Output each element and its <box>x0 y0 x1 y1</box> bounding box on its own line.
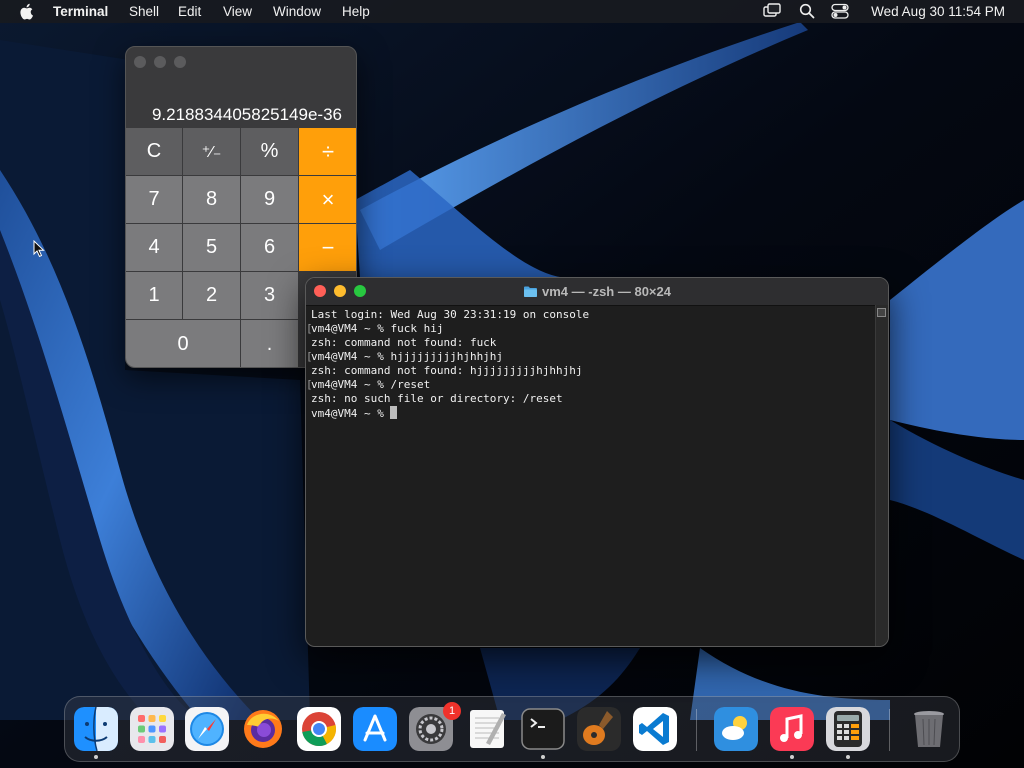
digit-7-button[interactable]: 7 <box>126 176 183 224</box>
terminal-line: zsh: no such file or directory: /reset <box>311 392 563 405</box>
percent-button[interactable]: % <box>241 128 299 176</box>
finder-icon[interactable] <box>74 707 118 751</box>
minus-button[interactable]: − <box>299 224 356 272</box>
digit-8-button[interactable]: 8 <box>183 176 241 224</box>
clear-button[interactable]: C <box>126 128 183 176</box>
calc-zoom-button[interactable] <box>174 56 186 68</box>
terminal-line: Last login: Wed Aug 30 23:31:19 on conso… <box>311 308 590 321</box>
textedit-icon[interactable] <box>466 707 510 751</box>
calc-minimize-button[interactable] <box>154 56 166 68</box>
split-pane-icon[interactable] <box>877 308 886 317</box>
menu-clock[interactable]: Wed Aug 30 11:54 PM <box>871 4 1005 19</box>
digit-0-button[interactable]: 0 <box>126 320 241 367</box>
music-running-indicator <box>790 755 794 759</box>
dock-separator <box>889 709 890 751</box>
menu-shell[interactable]: Shell <box>129 4 159 19</box>
terminal-icon[interactable] <box>521 707 565 751</box>
terminal-line: [vm4@VM4 ~ % hjjjjjjjjjhjhhjhj] <box>306 350 882 364</box>
terminal-line: [vm4@VM4 ~ % fuck hij] <box>306 322 882 336</box>
calculator-icon[interactable] <box>826 707 870 751</box>
digit-9-button[interactable]: 9 <box>241 176 299 224</box>
terminal-title-text: vm4 — -zsh — 80×24 <box>542 284 671 299</box>
menu-view[interactable]: View <box>223 4 252 19</box>
terminal-title: vm4 — -zsh — 80×24 <box>306 284 888 299</box>
app-store-icon[interactable] <box>353 707 397 751</box>
vscode-icon[interactable] <box>633 707 677 751</box>
terminal-line-text: vm4@VM4 ~ % fuck hij <box>311 322 444 335</box>
terminal-line: zsh: command not found: fuck <box>311 336 497 349</box>
plus-minus-button[interactable]: ⁺∕₋ <box>183 128 241 176</box>
terminal-prompt-text: vm4@VM4 ~ % <box>311 407 391 420</box>
digit-2-button[interactable]: 2 <box>183 272 241 320</box>
apple-menu-icon[interactable] <box>18 3 34 20</box>
menu-bar: Terminal Shell Edit View Window Help Wed… <box>0 0 1024 23</box>
digit-1-button[interactable]: 1 <box>126 272 183 320</box>
dock: 1 <box>64 696 960 762</box>
calc-close-button[interactable] <box>134 56 146 68</box>
folder-icon <box>524 286 537 297</box>
terminal-titlebar[interactable]: vm4 — -zsh — 80×24 <box>306 278 888 306</box>
garageband-icon[interactable] <box>577 707 621 751</box>
prompt-mark-left: [ <box>306 378 313 391</box>
prompt-mark-left: [ <box>306 322 313 335</box>
digit-6-button[interactable]: 6 <box>241 224 299 272</box>
terminal-line: zsh: command not found: hjjjjjjjjjhjhhjh… <box>311 364 583 377</box>
dock-separator <box>696 709 697 751</box>
chrome-icon[interactable] <box>297 707 341 751</box>
finder-running-indicator <box>94 755 98 759</box>
prompt-mark-left: [ <box>306 350 313 363</box>
mouse-pointer-icon <box>33 240 45 258</box>
weather-icon[interactable] <box>714 707 758 751</box>
terminal-scrollbar[interactable] <box>875 305 888 646</box>
trash-icon[interactable] <box>907 707 951 751</box>
decimal-button[interactable]: . <box>241 320 299 367</box>
terminal-prompt-line[interactable]: vm4@VM4 ~ % <box>311 406 872 420</box>
digit-3-button[interactable]: 3 <box>241 272 299 320</box>
digit-4-button[interactable]: 4 <box>126 224 183 272</box>
control-center-icon[interactable] <box>831 3 849 19</box>
terminal-line-text: vm4@VM4 ~ % hjjjjjjjjjhjhhjhj <box>311 350 504 363</box>
screen-mirroring-icon[interactable] <box>763 3 781 19</box>
terminal-output[interactable]: Last login: Wed Aug 30 23:31:19 on conso… <box>306 308 882 642</box>
music-icon[interactable] <box>770 707 814 751</box>
calculator-display: 9.218834405825149e-36 <box>151 105 342 124</box>
digit-5-button[interactable]: 5 <box>183 224 241 272</box>
menu-window[interactable]: Window <box>273 4 321 19</box>
multiply-button[interactable]: × <box>299 176 356 224</box>
terminal-window[interactable]: vm4 — -zsh — 80×24 Last login: Wed Aug 3… <box>305 277 889 647</box>
terminal-line-text: vm4@VM4 ~ % /reset <box>311 378 431 391</box>
terminal-running-indicator <box>541 755 545 759</box>
menu-edit[interactable]: Edit <box>178 4 201 19</box>
search-icon[interactable] <box>799 3 815 19</box>
firefox-icon[interactable] <box>241 707 285 751</box>
menu-app-name[interactable]: Terminal <box>53 4 108 19</box>
safari-icon[interactable] <box>185 707 229 751</box>
menu-help[interactable]: Help <box>342 4 370 19</box>
launchpad-icon[interactable] <box>130 707 174 751</box>
terminal-line: [vm4@VM4 ~ % /reset] <box>306 378 882 392</box>
notification-badge: 1 <box>443 702 461 720</box>
calculator-running-indicator <box>846 755 850 759</box>
divide-button[interactable]: ÷ <box>299 128 356 176</box>
text-cursor <box>390 406 398 419</box>
